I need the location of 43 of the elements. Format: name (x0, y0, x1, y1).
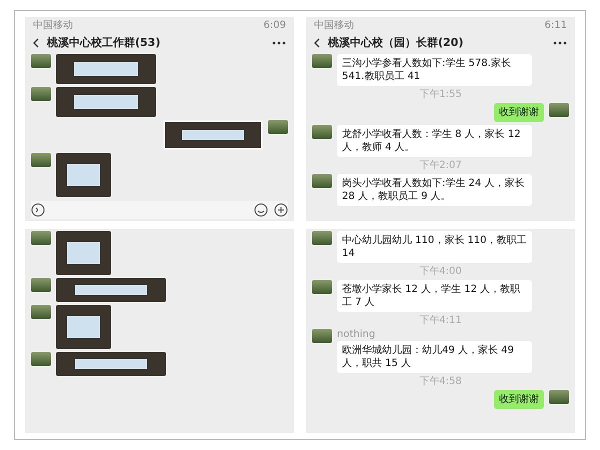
avatar-placeholder (31, 231, 51, 245)
message-time: 下午4:58 (419, 376, 462, 387)
clock-time: 6:09 (264, 20, 286, 32)
avatar-placeholder (312, 174, 332, 188)
message-time: 下午4:11 (419, 315, 462, 326)
message-bubble: 苍墩小学家长 12 人，学生 12 人，教职工 7 人 (337, 280, 532, 312)
clock-time: 6:11 (544, 20, 567, 32)
avatar-placeholder (549, 103, 569, 117)
message-time: 下午2:07 (419, 160, 462, 171)
avatar-placeholder (31, 54, 51, 68)
avatar-placeholder (312, 125, 332, 139)
message-bubble: 岗头小学收看人数如下:学生 24 人，家长 28 人，教职员工 9 人。 (337, 174, 532, 206)
message-bubble: 中心幼儿园幼儿 110，家长 110，教职工 14 (337, 231, 532, 263)
avatar-placeholder (312, 280, 332, 294)
avatar-placeholder (31, 87, 51, 101)
message-bubble: 收到谢谢 (494, 103, 544, 122)
avatar-placeholder (31, 352, 51, 366)
message-bubble: 三沟小学参看人数如下:学生 578.家长 541.教职员工 41 (337, 54, 532, 86)
avatar-placeholder (31, 305, 51, 319)
avatar-placeholder (312, 329, 332, 343)
carrier-label: 中国移动 (33, 20, 73, 32)
avatar-placeholder (549, 390, 569, 404)
voice-icon[interactable] (31, 203, 45, 217)
message-time: 下午4:00 (419, 266, 462, 277)
message-bubble: 收到谢谢 (494, 390, 544, 409)
message-bubble: 龙舒小学收看人数：学生 8 人，家长 12 人，教师 4 人。 (337, 125, 532, 157)
avatar-placeholder (268, 120, 288, 134)
back-icon[interactable] (314, 38, 320, 48)
avatar-placeholder (31, 153, 51, 167)
plus-icon[interactable] (274, 203, 288, 217)
chat-title: 桃溪中心校工作群(53) (47, 35, 162, 50)
emoji-icon[interactable] (254, 203, 268, 217)
carrier-label: 中国移动 (314, 20, 354, 32)
avatar-placeholder (312, 231, 332, 245)
message-time: 下午1:55 (419, 89, 462, 100)
back-icon[interactable] (33, 38, 39, 48)
avatar-placeholder (31, 278, 51, 292)
sender-name: nothing (337, 329, 376, 340)
avatar-placeholder (312, 54, 332, 68)
chat-title: 桃溪中心校（园）长群(20) (328, 35, 464, 50)
more-icon[interactable] (272, 40, 286, 44)
more-icon[interactable] (553, 40, 567, 44)
message-bubble: 欧洲华城幼儿园：幼儿49 人，家长 49 人，职共 15 人 (337, 341, 532, 373)
